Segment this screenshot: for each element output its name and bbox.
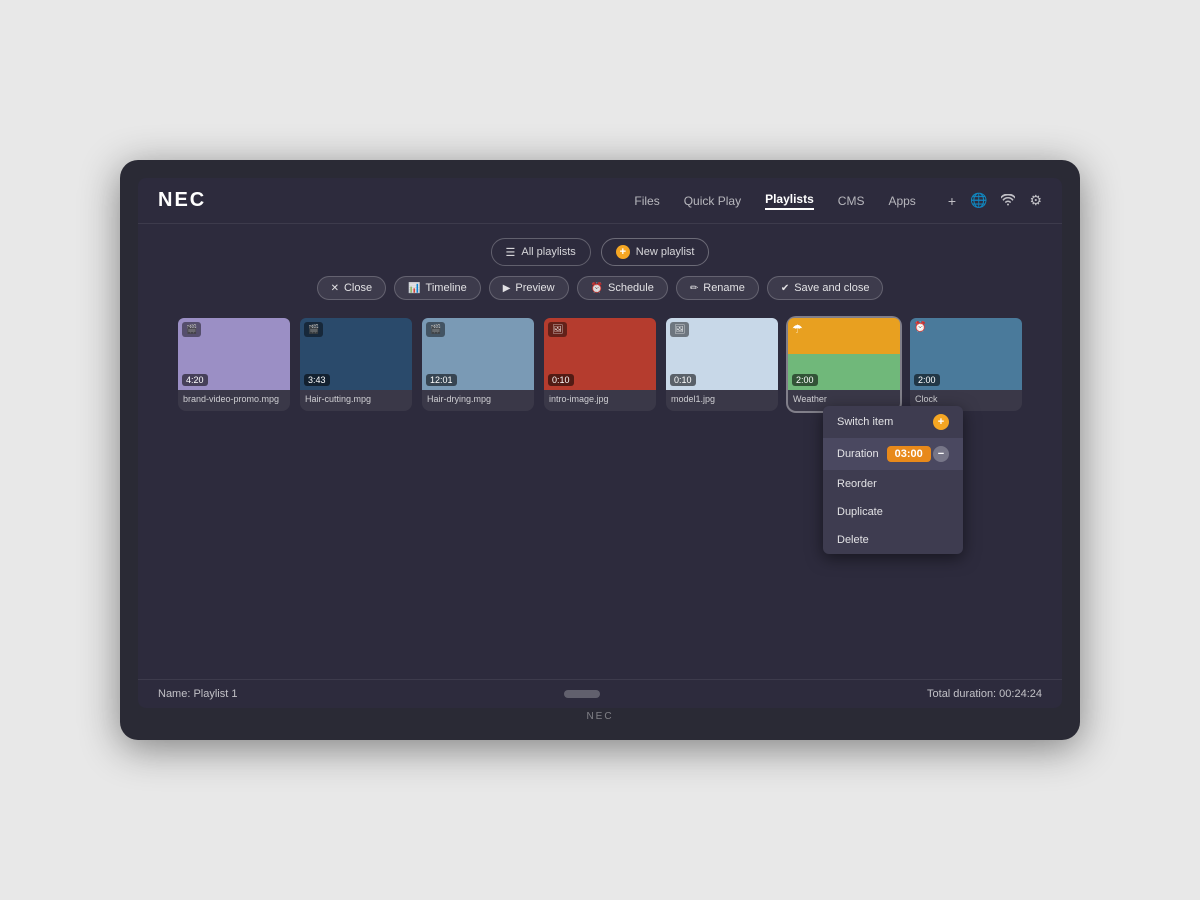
schedule-icon: ⏰ [591,283,603,294]
ctx-duration-label: Duration [837,448,879,460]
thumb-clock: ⏰ 2:00 [910,318,1022,390]
media-card-4[interactable]: 🖼 0:10 intro-image.jpg [544,318,656,411]
ctx-duration-row: Duration 03:00 [837,446,931,462]
duration-3: 12:01 [426,374,457,386]
list-icon: ☰ [506,246,516,259]
schedule-button[interactable]: ⏰ Schedule [577,276,668,300]
toolbar-row1: ☰ All playlists + New playlist [491,238,710,266]
thumb-2: 🎬 3:43 [300,318,412,390]
tv-monitor: NEC Files Quick Play Playlists CMS Apps … [120,160,1080,740]
rename-button[interactable]: ✏ Rename [676,276,759,300]
duration-clock: 2:00 [914,374,940,386]
media-name-1: brand-video-promo.mpg [178,390,290,411]
thumb-weather: ☂ 2:00 [788,318,900,390]
video-icon-3: 🎬 [426,322,445,337]
nav-items: Files Quick Play Playlists CMS Apps [634,192,915,210]
nav-icons: + 🌐 ⚙ [948,192,1042,209]
nav-playlists[interactable]: Playlists [765,192,814,210]
nav-quickplay[interactable]: Quick Play [684,194,741,208]
close-icon: ✕ [331,283,339,294]
top-nav: NEC Files Quick Play Playlists CMS Apps … [138,178,1062,224]
video-icon-2: 🎬 [304,322,323,337]
nav-apps[interactable]: Apps [888,194,915,208]
thumb-1: 🎬 4:20 [178,318,290,390]
media-card-2[interactable]: 🎬 3:43 Hair-cutting.mpg [300,318,412,411]
media-card-5[interactable]: 🖼 0:10 model1.jpg [666,318,778,411]
plus-icon[interactable]: + [948,193,956,209]
media-card-1[interactable]: 🎬 4:20 brand-video-promo.mpg [178,318,290,411]
new-playlist-label: New playlist [636,246,695,258]
ctx-duration-value: 03:00 [887,446,931,462]
playlist-name: Name: Playlist 1 [158,688,237,700]
duration-2: 3:43 [304,374,330,386]
video-icon-1: 🎬 [182,322,201,337]
new-plus-icon: + [616,245,630,259]
thumb-4: 🖼 0:10 [544,318,656,390]
image-icon-4: 🖼 [548,322,567,337]
save-close-button[interactable]: ✔ Save and close [767,276,884,300]
play-icon: ▶ [503,283,511,294]
nav-cms[interactable]: CMS [838,194,865,208]
close-button[interactable]: ✕ Close [317,276,387,300]
duration-1: 4:20 [182,374,208,386]
timeline-icon: 📊 [408,283,420,294]
ctx-delete[interactable]: Delete [823,526,963,554]
ctx-switch-item[interactable]: Switch item + [823,406,963,438]
duration-5: 0:10 [670,374,696,386]
ctx-switch-label: Switch item [837,416,893,428]
context-menu: Switch item + Duration 03:00 − Reorder [823,406,963,554]
tv-screen: NEC Files Quick Play Playlists CMS Apps … [138,178,1062,708]
ctx-reorder[interactable]: Reorder [823,470,963,498]
media-row: 🎬 4:20 brand-video-promo.mpg 🎬 3:43 Hair… [158,318,1042,411]
nav-files[interactable]: Files [634,194,659,208]
media-name-2: Hair-cutting.mpg [300,390,412,411]
content-area: ☰ All playlists + New playlist ✕ Close 📊… [138,224,1062,679]
media-card-weather[interactable]: ☂ 2:00 Weather [788,318,900,411]
ctx-duplicate[interactable]: Duplicate [823,498,963,526]
thumb-5: 🖼 0:10 [666,318,778,390]
clock-icon: ⏰ [914,322,926,333]
bottom-bar: Name: Playlist 1 Total duration: 00:24:2… [138,679,1062,708]
weather-umbrella-icon: ☂ [792,322,803,336]
all-playlists-button[interactable]: ☰ All playlists [491,238,591,266]
ctx-duplicate-label: Duplicate [837,506,883,518]
wifi-icon[interactable] [1001,193,1015,209]
ctx-delete-label: Delete [837,534,869,546]
media-name-3: Hair-drying.mpg [422,390,534,411]
nec-logo: NEC [158,189,206,212]
duration-weather: 2:00 [792,374,818,386]
new-playlist-button[interactable]: + New playlist [601,238,710,266]
rename-icon: ✏ [690,283,698,294]
globe-icon[interactable]: 🌐 [970,192,987,209]
thumb-3: 🎬 12:01 [422,318,534,390]
ctx-reorder-label: Reorder [837,478,877,490]
all-playlists-label: All playlists [521,246,575,258]
media-card-clock[interactable]: ⏰ 2:00 Clock [910,318,1022,411]
ctx-minus-icon[interactable]: − [933,446,949,462]
total-duration: Total duration: 00:24:24 [927,688,1042,700]
media-card-3[interactable]: 🎬 12:01 Hair-drying.mpg [422,318,534,411]
ctx-plus-icon[interactable]: + [933,414,949,430]
nec-bottom-logo: NEC [586,711,613,722]
preview-button[interactable]: ▶ Preview [489,276,569,300]
toolbar-row2: ✕ Close 📊 Timeline ▶ Preview ⏰ Schedule … [317,276,884,300]
media-name-5: model1.jpg [666,390,778,411]
image-icon-5: 🖼 [670,322,689,337]
save-icon: ✔ [781,283,789,294]
ctx-duration[interactable]: Duration 03:00 − [823,438,963,470]
media-name-4: intro-image.jpg [544,390,656,411]
scroll-indicator[interactable] [564,690,600,698]
duration-4: 0:10 [548,374,574,386]
gear-icon[interactable]: ⚙ [1029,192,1042,209]
timeline-button[interactable]: 📊 Timeline [394,276,481,300]
